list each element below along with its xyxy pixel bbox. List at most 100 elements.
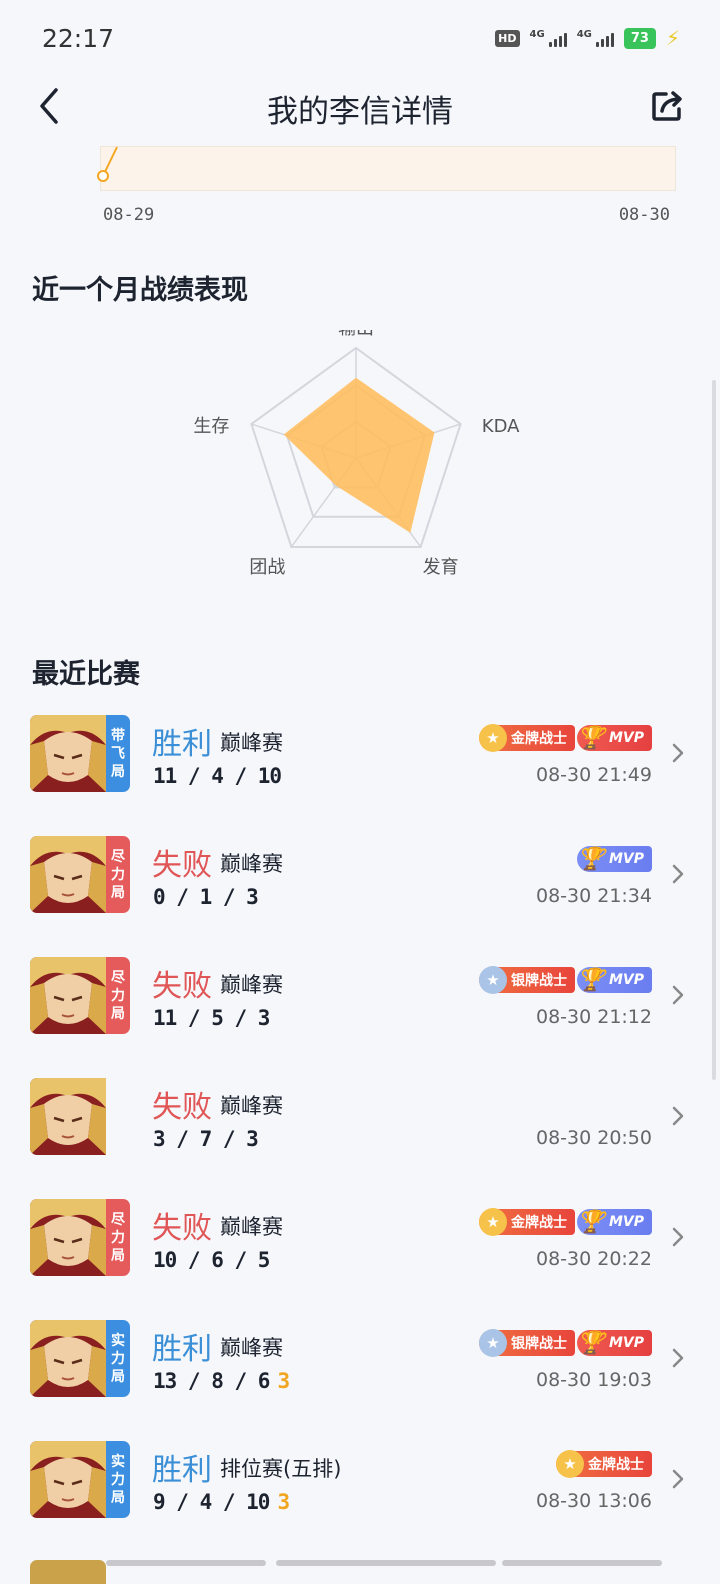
match-badges: ★ 银牌战士 🏆 MVP <box>478 1329 652 1357</box>
scrollbar[interactable] <box>712 380 716 1080</box>
performance-radar-chart: 输出 KDA 发育 团战 生存 <box>193 330 520 578</box>
match-list: 带飞局 胜利 巅峰赛 11 / 4 / 10 ★ 金牌战士 🏆 MVP 08-30 2… <box>0 705 720 1552</box>
match-row[interactable]: 尽力局 失败 巅峰赛 0 / 1 / 3 🏆 MVP 08-30 21:34 <box>0 826 720 947</box>
match-row[interactable]: 实力局 胜利 排位赛(五排) 9 / 4 / 10 3 ★ 金牌战士 08-30 1… <box>0 1431 720 1552</box>
match-kda: 3 / 7 / 3 <box>153 1127 259 1151</box>
mvp-badge: 🏆 MVP <box>576 1330 652 1356</box>
page-title: 我的李信详情 <box>267 94 453 130</box>
star-icon: ★ <box>478 1329 507 1357</box>
badge-label: 金牌战士 <box>510 1215 567 1231</box>
chevron-right-icon <box>672 1348 684 1368</box>
network-label: 4G <box>576 29 592 40</box>
match-badges: ★ 金牌战士 <box>556 1450 652 1478</box>
mvp-badge: 🏆 MVP <box>576 725 652 751</box>
trophy-icon: 🏆 <box>577 846 605 872</box>
radar-label: 输出 <box>338 330 374 339</box>
match-tag: 带飞局 <box>106 715 130 792</box>
match-kda: 9 / 4 / 10 3 <box>153 1490 290 1514</box>
streak-count: 3 <box>277 1369 290 1393</box>
badge-label: MVP <box>608 1335 644 1351</box>
hd-icon: HD <box>495 29 520 47</box>
match-time: 08-30 20:50 <box>535 1127 652 1149</box>
next-match-peek <box>30 1560 662 1584</box>
match-row[interactable]: 失败 巅峰赛 3 / 7 / 3 08-30 20:50 <box>0 1068 720 1189</box>
match-result: 失败 <box>152 1211 212 1246</box>
charging-icon: ⚡ <box>665 26 680 50</box>
trophy-icon: 🏆 <box>577 725 605 751</box>
performance-title: 近一个月战绩表现 <box>32 275 248 306</box>
radar-value-area <box>283 377 435 533</box>
match-tag: 尽力局 <box>106 957 130 1034</box>
trend-end-date: 08-30 <box>618 205 670 225</box>
chevron-right-icon <box>672 864 684 884</box>
trophy-icon: 🏆 <box>577 967 605 993</box>
share-icon <box>652 91 682 121</box>
star-icon: ★ <box>478 1208 507 1236</box>
radar-label: 生存 <box>193 416 229 437</box>
trophy-icon: 🏆 <box>577 1330 605 1356</box>
badge-label: MVP <box>608 1214 644 1230</box>
badge-label: MVP <box>608 851 644 867</box>
radar-label: 团战 <box>249 557 285 578</box>
match-result: 胜利 <box>152 727 212 762</box>
hero-portrait-icon <box>30 957 106 1034</box>
signal-icon: 4G <box>577 29 614 47</box>
match-tag: 实力局 <box>106 1320 130 1397</box>
hero-avatar: 尽力局 <box>30 836 130 913</box>
badge-label: 金牌战士 <box>588 1457 644 1473</box>
match-row[interactable]: 尽力局 失败 巅峰赛 10 / 6 / 5 ★ 金牌战士 🏆 MVP 08-30 20… <box>0 1189 720 1310</box>
status-icons: HD 4G 4G 73 ⚡ <box>495 26 680 50</box>
network-label: 4G <box>529 29 545 40</box>
mvp-badge: 🏆 MVP <box>576 1209 652 1235</box>
star-icon: ★ <box>478 724 507 752</box>
match-mode: 巅峰赛 <box>220 973 283 997</box>
match-row[interactable]: 尽力局 失败 巅峰赛 11 / 5 / 3 ★ 银牌战士 🏆 MVP 08-30 21… <box>0 947 720 1068</box>
hero-portrait-icon <box>30 1078 106 1155</box>
match-kda: 11 / 5 / 3 <box>153 1006 270 1030</box>
signal-icon: 4G <box>530 29 567 47</box>
match-kda: 13 / 8 / 63 <box>153 1369 290 1393</box>
match-tag: 尽力局 <box>106 836 130 913</box>
match-row[interactable]: 实力局 胜利 巅峰赛 13 / 8 / 63 ★ 银牌战士 🏆 MVP 08-30 1… <box>0 1310 720 1431</box>
match-time: 08-30 21:49 <box>535 764 652 786</box>
chevron-right-icon <box>672 985 684 1005</box>
gold-warrior-badge: ★ 金牌战士 <box>478 724 575 752</box>
match-kda: 10 / 6 / 5 <box>153 1248 270 1272</box>
silver-warrior-badge: ★ 银牌战士 <box>478 966 575 994</box>
recent-matches-title: 最近比赛 <box>32 659 140 690</box>
hero-portrait-icon <box>30 1320 106 1397</box>
match-result: 胜利 <box>152 1332 212 1367</box>
trend-line <box>97 146 118 182</box>
chevron-right-icon <box>672 1469 684 1489</box>
match-tag: 尽力局 <box>106 1199 130 1276</box>
status-time: 22:17 <box>42 24 115 53</box>
match-mode: 巅峰赛 <box>220 1336 283 1360</box>
match-result: 失败 <box>152 969 212 1004</box>
match-time: 08-30 19:03 <box>535 1369 652 1391</box>
match-time: 08-30 21:34 <box>535 885 652 907</box>
star-icon: ★ <box>556 1450 584 1478</box>
match-result: 胜利 <box>152 1453 212 1488</box>
status-bar: 22:17 HD 4G 4G 73 ⚡ <box>0 0 720 80</box>
chevron-right-icon <box>672 1227 684 1247</box>
radar-label: 发育 <box>423 557 459 578</box>
match-row[interactable]: 带飞局 胜利 巅峰赛 11 / 4 / 10 ★ 金牌战士 🏆 MVP 08-30 2… <box>0 705 720 826</box>
match-time: 08-30 13:06 <box>535 1490 652 1512</box>
match-time: 08-30 20:22 <box>535 1248 652 1270</box>
gold-warrior-badge: ★ 金牌战士 <box>556 1450 652 1478</box>
star-icon: ★ <box>478 966 507 994</box>
radar-label: KDA <box>482 416 520 437</box>
match-result: 失败 <box>152 1090 212 1125</box>
match-result: 失败 <box>152 848 212 883</box>
badge-label: 金牌战士 <box>510 731 567 747</box>
match-mode: 巅峰赛 <box>220 731 283 755</box>
hero-portrait-icon <box>30 836 106 913</box>
share-button[interactable] <box>646 84 690 128</box>
match-mode: 巅峰赛 <box>220 1215 283 1239</box>
match-badges: 🏆 MVP <box>576 846 652 872</box>
hero-portrait-icon <box>30 1199 106 1276</box>
badge-label: MVP <box>608 972 644 988</box>
match-badges: ★ 金牌战士 🏆 MVP <box>478 1208 652 1236</box>
hero-avatar: 尽力局 <box>30 1199 130 1276</box>
hero-portrait-icon <box>30 715 106 792</box>
